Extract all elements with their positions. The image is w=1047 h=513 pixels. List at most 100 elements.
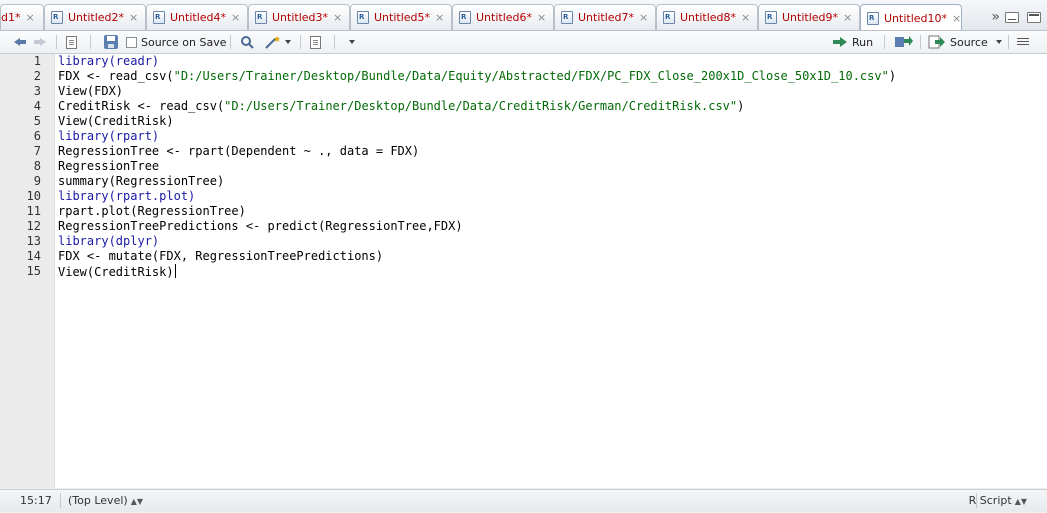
close-icon[interactable]: × xyxy=(952,12,961,25)
minimize-pane-icon[interactable] xyxy=(1005,11,1019,23)
rerun-button[interactable] xyxy=(894,34,914,50)
file-type-label: R Script xyxy=(968,494,1012,507)
scope-label: (Top Level) xyxy=(68,494,128,507)
code-line[interactable]: 13 library(dplyr) xyxy=(0,234,1047,249)
tab-untitled4[interactable]: R Untitled4* × xyxy=(146,4,248,30)
tab-untitled8[interactable]: R Untitled8* × xyxy=(656,4,758,30)
code-tools-button[interactable] xyxy=(264,34,291,50)
close-icon[interactable]: × xyxy=(741,11,750,24)
code-line[interactable]: 8 RegressionTree xyxy=(0,159,1047,174)
code-lines: 1 library(readr) 2 FDX <- read_csv("D:/Use… xyxy=(0,54,1047,279)
line-code: rpart.plot(RegressionTree) xyxy=(58,204,246,219)
document-outline-button[interactable] xyxy=(1017,34,1029,50)
status-divider xyxy=(60,493,61,508)
code-line[interactable]: 10 library(rpart.plot) xyxy=(0,189,1047,204)
line-number: 12 xyxy=(26,219,41,233)
code-token: library(readr) xyxy=(58,54,160,68)
forward-button[interactable] xyxy=(32,34,48,50)
tab-d1[interactable]: d1* × xyxy=(0,4,44,30)
search-icon xyxy=(241,36,254,49)
maximize-pane-icon[interactable] xyxy=(1027,11,1041,23)
close-icon[interactable]: × xyxy=(129,11,138,24)
r-file-icon: R xyxy=(765,11,777,24)
run-arrow-icon xyxy=(832,36,848,48)
updown-caret-icon: ▲▼ xyxy=(1014,497,1027,506)
close-icon[interactable]: × xyxy=(25,11,34,24)
tab-untitled6[interactable]: R Untitled6* × xyxy=(452,4,554,30)
tab-untitled5[interactable]: R Untitled5* × xyxy=(350,4,452,30)
rstudio-source-pane: d1* × R Untitled2* × R Untitled4* × R Un… xyxy=(0,0,1047,513)
line-code: CreditRisk <- read_csv("D:/Users/Trainer… xyxy=(58,99,744,114)
show-in-window-button[interactable] xyxy=(66,34,77,50)
compile-report-button[interactable] xyxy=(310,34,321,50)
save-button[interactable] xyxy=(104,34,118,50)
find-replace-button[interactable] xyxy=(240,34,254,50)
scope-selector[interactable]: (Top Level) ▲▼ xyxy=(68,494,143,507)
tab-label: Untitled2* xyxy=(68,11,125,24)
tab-untitled7[interactable]: R Untitled7* × xyxy=(554,4,656,30)
source-on-save-checkbox[interactable] xyxy=(126,36,137,48)
line-number: 8 xyxy=(33,159,41,173)
source-on-save-toggle[interactable]: Source on Save xyxy=(126,34,226,50)
tab-untitled3[interactable]: R Untitled3* × xyxy=(248,4,350,30)
code-line[interactable]: 15 View(CreditRisk) xyxy=(0,264,1047,279)
line-code: library(readr) xyxy=(58,54,159,69)
line-number: 4 xyxy=(33,99,41,113)
tab-untitled9[interactable]: R Untitled9* × xyxy=(758,4,860,30)
dropdown-caret-icon xyxy=(349,40,355,44)
tab-label: Untitled4* xyxy=(170,11,227,24)
more-options-dropdown[interactable] xyxy=(346,34,355,50)
code-line[interactable]: 9 summary(RegressionTree) xyxy=(0,174,1047,189)
code-editor[interactable]: 1 library(readr) 2 FDX <- read_csv("D:/Use… xyxy=(0,54,1047,488)
tabbar-controls: » xyxy=(961,6,1047,28)
code-line[interactable]: 1 library(readr) xyxy=(0,54,1047,69)
close-icon[interactable]: × xyxy=(843,11,852,24)
line-code: library(dplyr) xyxy=(58,234,159,249)
code-line[interactable]: 11 rpart.plot(RegressionTree) xyxy=(0,204,1047,219)
line-code: RegressionTree <- rpart(Dependent ~ ., d… xyxy=(58,144,419,159)
source-button[interactable]: Source xyxy=(928,34,1002,50)
code-line[interactable]: 7 RegressionTree <- rpart(Dependent ~ ., … xyxy=(0,144,1047,159)
code-line[interactable]: 3 View(FDX) xyxy=(0,84,1047,99)
r-file-icon: R xyxy=(357,11,369,24)
tab-list: d1* × R Untitled2* × R Untitled4* × R Un… xyxy=(0,4,962,30)
line-number: 7 xyxy=(33,144,41,158)
dropdown-caret-icon[interactable] xyxy=(995,40,1002,44)
code-token: CreditRisk <- read_csv( xyxy=(58,99,225,113)
r-file-icon: R xyxy=(153,11,165,24)
code-token: RegressionTree <- rpart(Dependent ~ ., d… xyxy=(58,144,420,158)
tab-label: Untitled3* xyxy=(272,11,329,24)
back-button[interactable] xyxy=(12,34,28,50)
code-token: library(dplyr) xyxy=(58,234,160,248)
close-icon[interactable]: × xyxy=(333,11,342,24)
r-file-icon: R xyxy=(867,11,879,25)
line-code: View(CreditRisk) xyxy=(58,264,176,280)
tab-label: Untitled7* xyxy=(578,11,635,24)
code-line[interactable]: 6 library(rpart) xyxy=(0,129,1047,144)
line-code: View(CreditRisk) xyxy=(58,114,174,129)
code-line[interactable]: 12 RegressionTreePredictions <- predict(R… xyxy=(0,219,1047,234)
toolbar-divider xyxy=(920,35,921,49)
close-icon[interactable]: × xyxy=(639,11,648,24)
run-button[interactable]: Run xyxy=(832,34,873,50)
tab-untitled10[interactable]: R Untitled10* × xyxy=(860,4,962,30)
line-number: 15 xyxy=(26,264,41,278)
file-type-selector[interactable]: R Script ▲▼ xyxy=(969,494,1027,507)
tab-label: Untitled6* xyxy=(476,11,533,24)
close-icon[interactable]: × xyxy=(231,11,240,24)
code-line[interactable]: 4 CreditRisk <- read_csv("D:/Users/Traine… xyxy=(0,99,1047,114)
code-token: library(rpart.plot) xyxy=(58,189,196,203)
code-line[interactable]: 14 FDX <- mutate(FDX, RegressionTreePredi… xyxy=(0,249,1047,264)
code-line[interactable]: 5 View(CreditRisk) xyxy=(0,114,1047,129)
source-on-save-label: Source on Save xyxy=(141,35,227,49)
r-file-icon: R xyxy=(459,11,471,24)
close-icon[interactable]: × xyxy=(435,11,444,24)
close-icon[interactable]: × xyxy=(537,11,546,24)
code-token: ) xyxy=(737,99,745,113)
tab-overflow-icon[interactable]: » xyxy=(991,9,999,25)
code-token: View(CreditRisk) xyxy=(58,265,174,279)
tab-untitled2[interactable]: R Untitled2* × xyxy=(44,4,146,30)
code-line[interactable]: 2 FDX <- read_csv("D:/Users/Trainer/Deskt… xyxy=(0,69,1047,84)
line-number: 9 xyxy=(33,174,41,188)
toolbar-divider xyxy=(56,35,57,49)
